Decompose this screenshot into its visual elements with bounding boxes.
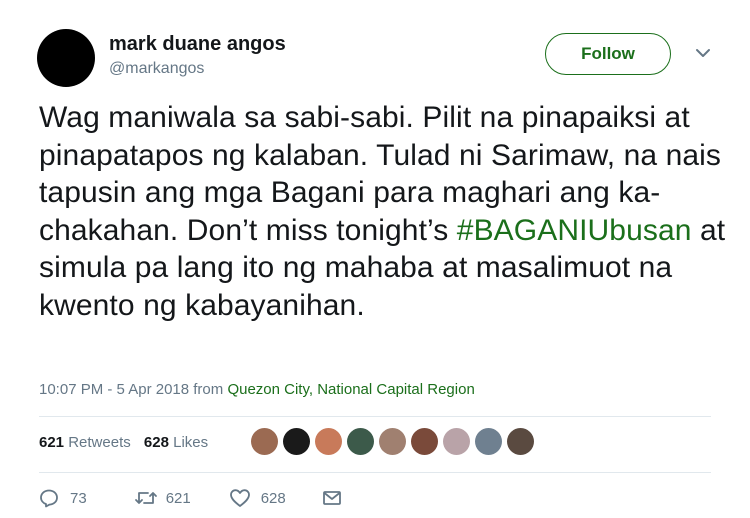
like-count: 628 [260,489,286,507]
message-button[interactable] [322,489,342,507]
tweet-stats: 621 Retweets 628 Likes [39,434,208,451]
reply-button[interactable]: 73 [39,488,87,508]
retweet-button[interactable]: 621 [134,488,191,508]
retweet-icon [134,488,158,508]
envelope-icon [322,489,342,507]
hashtag-link[interactable]: #BAGANIUbusan [457,214,692,247]
retweets-count: 621 [39,434,65,451]
location-link[interactable]: Quezon City, National Capital Region [227,381,474,398]
liker-avatar[interactable] [283,428,310,455]
liker-avatars [251,428,534,455]
liker-avatar[interactable] [475,428,502,455]
tweet-meta: 10:07 PM - 5 Apr 2018 from Quezon City, … [39,381,475,398]
divider [39,472,711,473]
retweets-label: Retweets [68,434,131,451]
liker-avatar[interactable] [315,428,342,455]
liker-avatar[interactable] [379,428,406,455]
timestamp[interactable]: 10:07 PM - 5 Apr 2018 from [39,381,223,398]
liker-avatar[interactable] [347,428,374,455]
likes-stat[interactable]: 628 Likes [144,434,208,451]
follow-button[interactable]: Follow [545,33,671,75]
author-handle[interactable]: @markangos [109,60,204,78]
reply-icon [39,488,59,508]
liker-avatar[interactable] [507,428,534,455]
chevron-down-icon[interactable] [694,44,712,62]
likes-count: 628 [143,434,169,451]
action-bar: 73 621 628 [39,488,342,508]
retweets-stat[interactable]: 621 Retweets [39,434,131,451]
retweet-count: 621 [165,489,191,507]
author-name[interactable]: mark duane angos [109,33,286,56]
divider [39,416,711,417]
liker-avatar[interactable] [411,428,438,455]
like-button[interactable]: 628 [229,488,286,508]
reply-count: 73 [70,489,87,507]
liker-avatar[interactable] [443,428,470,455]
liker-avatar[interactable] [251,428,278,455]
avatar[interactable] [37,29,95,87]
tweet-text: Wag maniwala sa sabi-sabi. Pilit na pina… [39,99,729,324]
likes-label: Likes [173,434,209,451]
heart-icon [229,488,251,508]
